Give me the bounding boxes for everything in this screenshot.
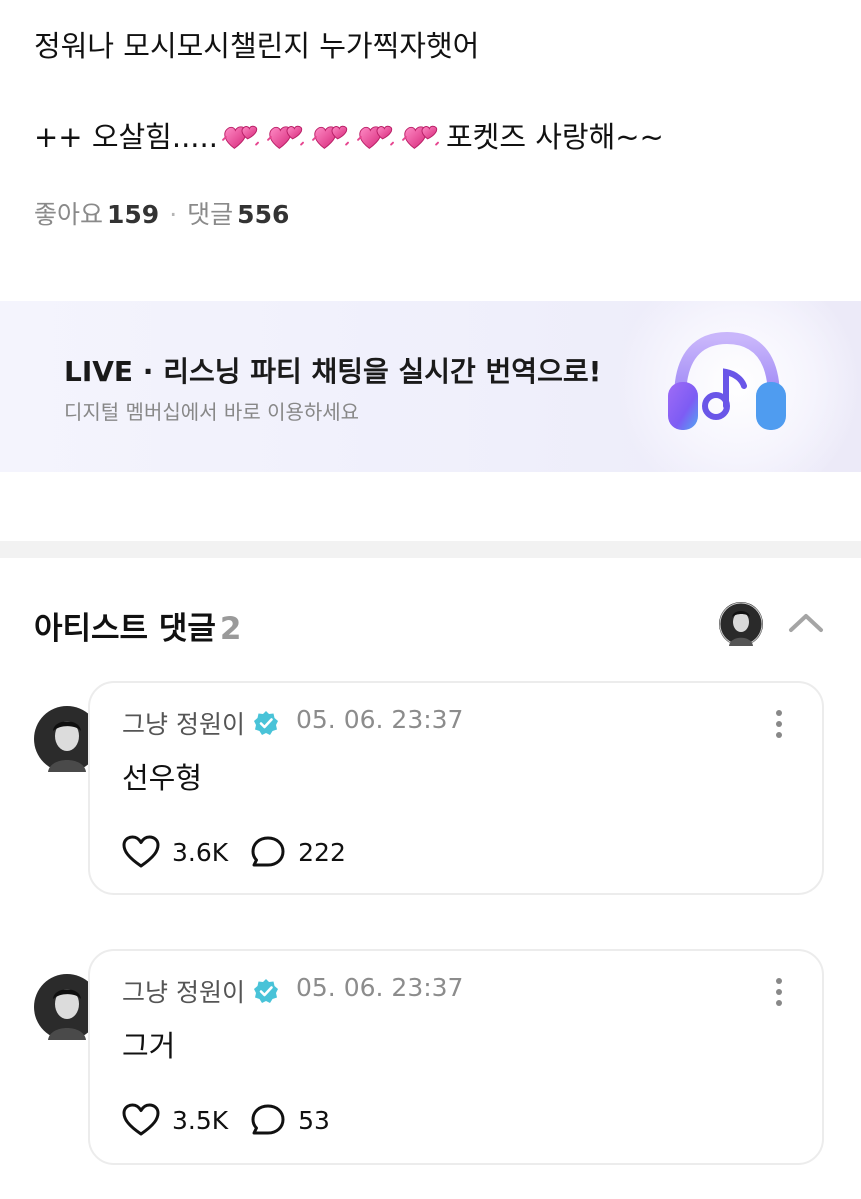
chevron-up-icon[interactable]: [786, 608, 826, 638]
comment-author-name[interactable]: 그냥 정원이: [122, 705, 245, 741]
stats-separator: ·: [169, 200, 178, 229]
reply-bubble-icon[interactable]: [250, 835, 286, 869]
revolving-hearts-icon: [402, 120, 440, 154]
reply-count[interactable]: 222: [298, 838, 346, 867]
banner-title: LIVE · 리스닝 파티 채팅을 실시간 번역으로!: [64, 355, 602, 388]
revolving-hearts-icon: [267, 120, 305, 154]
revolving-hearts-icon: [357, 120, 395, 154]
artist-comments-title: 아티스트 댓글 2: [34, 603, 242, 648]
like-count[interactable]: 3.5K: [172, 1106, 228, 1135]
comment-author[interactable]: 그냥 정원이: [122, 973, 279, 1009]
revolving-hearts-icon: [222, 120, 260, 154]
comments-label[interactable]: 댓글: [187, 200, 233, 229]
likes-count[interactable]: 159: [107, 200, 159, 229]
comment-timestamp: 05. 06. 23:37: [296, 973, 464, 1002]
reply-count[interactable]: 53: [298, 1106, 330, 1135]
post-text-line2: ++ 오살힘..... 포켓즈 사랑해~~: [34, 119, 664, 155]
post-text-suffix: 포켓즈 사랑해~~: [445, 120, 664, 154]
comment-text: 선우형: [122, 761, 203, 795]
reply-bubble-icon[interactable]: [250, 1103, 286, 1137]
more-options-icon[interactable]: [774, 709, 784, 739]
more-options-icon[interactable]: [774, 977, 784, 1007]
post-text-line1: 정워나 모시모시챌린지 누가찍자햇어: [34, 29, 480, 63]
section-divider: [0, 541, 861, 558]
post-text-prefix: ++ 오살힘.....: [34, 120, 218, 154]
comments-count[interactable]: 556: [237, 200, 289, 229]
comment-actions: 3.5K 53: [122, 1103, 352, 1137]
verified-badge-icon: [253, 711, 278, 735]
comment-text: 그거: [122, 1029, 176, 1063]
revolving-hearts-icon: [312, 120, 350, 154]
post-stats: 좋아요 159 · 댓글 556: [34, 198, 289, 232]
headphones-music-icon: [668, 332, 786, 430]
likes-label[interactable]: 좋아요: [34, 200, 103, 229]
verified-badge-icon: [253, 979, 278, 1003]
heart-icon[interactable]: [122, 1103, 160, 1137]
comment-author-name[interactable]: 그냥 정원이: [122, 973, 245, 1009]
artist-comments-label: 아티스트 댓글: [34, 611, 216, 647]
artist-comment-card[interactable]: 그냥 정원이 05. 06. 23:37 선우형 3.6K 222: [88, 681, 824, 895]
banner-subtitle: 디지털 멤버십에서 바로 이용하세요: [64, 400, 360, 424]
like-count[interactable]: 3.6K: [172, 838, 228, 867]
artist-comment-card[interactable]: 그냥 정원이 05. 06. 23:37 그거 3.5K 53: [88, 949, 824, 1165]
artist-avatar[interactable]: [719, 602, 763, 646]
revolving-hearts-icon-group: [222, 120, 440, 154]
comment-actions: 3.6K 222: [122, 835, 368, 869]
comment-timestamp: 05. 06. 23:37: [296, 705, 464, 734]
comment-author[interactable]: 그냥 정원이: [122, 705, 279, 741]
artist-comments-count: 2: [219, 611, 242, 647]
heart-icon[interactable]: [122, 835, 160, 869]
